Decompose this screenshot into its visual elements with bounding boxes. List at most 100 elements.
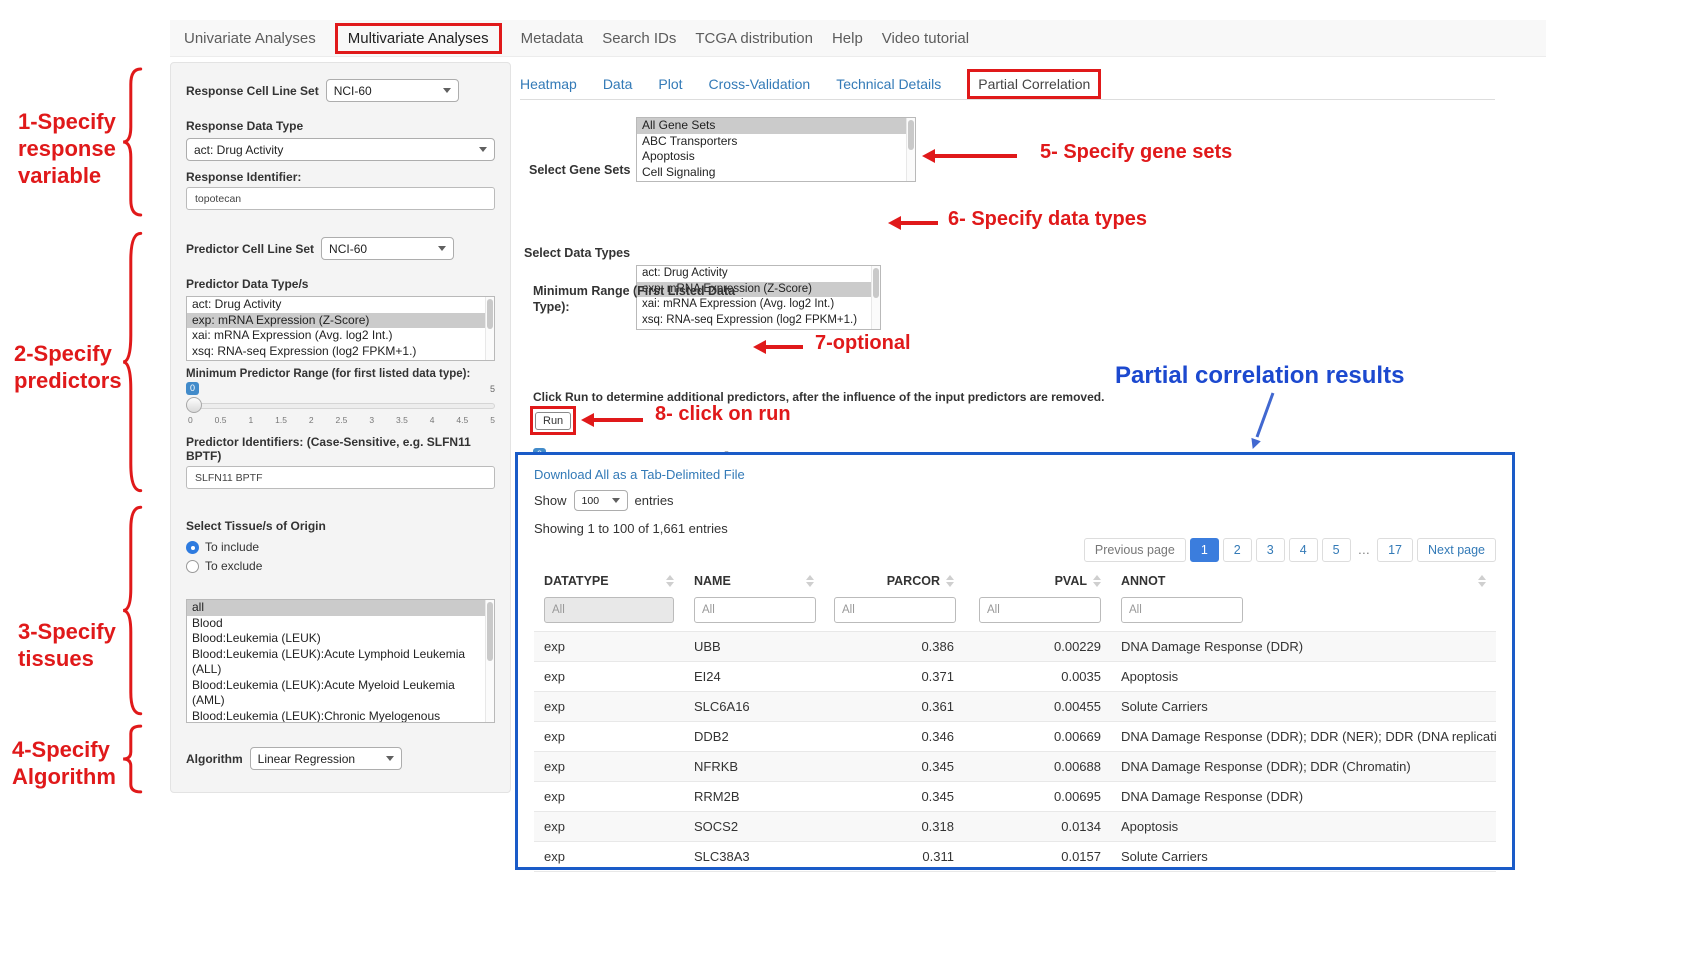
cell-pval: 0.00669 [964,722,1111,752]
predictor-cell-line-value: NCI-60 [329,242,367,256]
tab-data[interactable]: Data [603,76,633,92]
page-button-2[interactable]: 2 [1223,538,1252,562]
list-option[interactable]: xai: mRNA Expression (Avg. log2 Int.) [187,328,494,344]
scrollbar-thumb[interactable] [487,299,493,329]
previous-page-button[interactable]: Previous page [1084,538,1186,562]
sort-icon[interactable] [1093,575,1101,587]
cell-name: SLC38A3 [684,842,824,872]
response-data-type-select[interactable]: act: Drug Activity [186,138,495,161]
col-header-annot[interactable]: ANNOT [1111,566,1496,593]
tissue-exclude-radio[interactable]: To exclude [186,559,495,573]
next-page-button[interactable]: Next page [1417,538,1496,562]
list-option[interactable]: Blood:Leukemia (LEUK) [187,631,494,647]
page-button-1[interactable]: 1 [1190,538,1219,562]
list-option[interactable]: Blood:Leukemia (LEUK):Chronic Myelogenou… [187,709,494,724]
list-option[interactable]: act: Drug Activity [187,297,494,313]
run-button[interactable]: Run [535,412,571,430]
sort-icon[interactable] [946,575,954,587]
gene-sets-listbox: All Gene Sets ABC Transporters Apoptosis… [636,117,916,182]
cell-name: RRM2B [684,782,824,812]
filter-annot-input[interactable] [1121,597,1243,623]
nav-metadata[interactable]: Metadata [521,30,584,47]
col-header-pval[interactable]: PVAL [964,566,1111,593]
scrollbar[interactable] [906,118,915,181]
predictor-identifiers-label: Predictor Identifiers: (Case-Sensitive, … [186,435,495,463]
entries-label: entries [635,493,674,508]
scrollbar[interactable] [871,266,880,329]
list-option[interactable]: Blood:Leukemia (LEUK):Acute Lymphoid Leu… [187,647,494,678]
tab-plot[interactable]: Plot [658,76,682,92]
tab-cross-validation[interactable]: Cross-Validation [709,76,811,92]
partial-correlation-results-panel: Download All as a Tab-Delimited File Sho… [515,452,1515,870]
page-button-3[interactable]: 3 [1256,538,1285,562]
list-option[interactable]: Apoptosis [637,149,915,165]
annotation-step2: 2-Specify predictors [14,340,122,394]
list-option[interactable]: Blood:Leukemia (LEUK):Acute Myeloid Leuk… [187,678,494,709]
slider-track[interactable] [186,403,495,409]
slider-handle[interactable] [186,397,202,413]
list-option[interactable]: ABC Transporters [637,134,915,150]
predictor-cell-line-select[interactable]: NCI-60 [321,237,454,260]
filter-pval-input[interactable] [979,597,1101,623]
cell-datatype: exp [534,662,684,692]
page-button-17[interactable]: 17 [1377,538,1413,562]
sort-icon[interactable] [806,575,814,587]
slider-value-badge: 0 [186,382,199,395]
nav-univariate-analyses[interactable]: Univariate Analyses [184,30,316,47]
scrollbar-thumb[interactable] [873,268,879,298]
tab-heatmap[interactable]: Heatmap [520,76,577,92]
cell-datatype: exp [534,752,684,782]
sort-icon[interactable] [666,575,674,587]
tab-technical-details[interactable]: Technical Details [836,76,941,92]
response-cell-line-select[interactable]: NCI-60 [326,79,459,102]
tick-label: 1.5 [275,415,287,425]
min-range-label: Minimum Range (First Listed Data Type): [533,283,738,315]
predictor-identifiers-input[interactable] [186,466,495,489]
cell-pval: 0.00688 [964,752,1111,782]
scrollbar[interactable] [485,297,494,360]
nav-help[interactable]: Help [832,30,863,47]
nav-video-tutorial[interactable]: Video tutorial [882,30,969,47]
scrollbar-thumb[interactable] [487,602,493,661]
list-option[interactable]: act: Drug Activity [637,266,880,282]
list-option-selected[interactable]: all [187,600,494,616]
filter-datatype-input[interactable] [544,597,674,623]
filter-parcor-input[interactable] [834,597,956,623]
page-button-5[interactable]: 5 [1322,538,1351,562]
tissue-include-radio[interactable]: To include [186,540,495,554]
list-option-selected[interactable]: exp: mRNA Expression (Z-Score) [187,313,494,329]
nav-tcga-distribution[interactable]: TCGA distribution [695,30,813,47]
col-label: PVAL [1055,574,1087,588]
tick-label: 0.5 [215,415,227,425]
col-header-datatype[interactable]: DATATYPE [534,566,684,593]
tab-partial-correlation[interactable]: Partial Correlation [967,69,1101,99]
entries-count-select[interactable]: 100 [574,490,628,511]
page-button-4[interactable]: 4 [1289,538,1318,562]
response-identifier-input[interactable] [186,187,495,210]
nav-multivariate-analyses[interactable]: Multivariate Analyses [335,23,502,54]
entries-count-value: 100 [582,495,600,507]
col-header-name[interactable]: NAME [684,566,824,593]
predictor-data-types-label: Predictor Data Type/s [186,277,495,291]
sort-icon[interactable] [1478,575,1486,587]
arrow-data-types [888,216,938,230]
cell-name: SLC6A16 [684,692,824,722]
radio-checked-icon[interactable] [186,541,199,554]
scrollbar[interactable] [485,600,494,722]
col-header-parcor[interactable]: PARCOR [824,566,964,593]
algorithm-select[interactable]: Linear Regression [250,747,402,770]
list-option[interactable]: xsq: RNA-seq Expression (log2 FPKM+1.) [187,344,494,360]
list-option[interactable]: Cell Signaling [637,165,915,181]
list-option[interactable]: Blood [187,616,494,632]
nav-search-ids[interactable]: Search IDs [602,30,676,47]
tick-label: 3 [369,415,374,425]
slider-max-label: 5 [490,384,495,394]
scrollbar-thumb[interactable] [908,120,914,150]
analysis-tabs: Heatmap Data Plot Cross-Validation Techn… [520,68,1495,100]
radio-unchecked-icon[interactable] [186,560,199,573]
download-link[interactable]: Download All as a Tab-Delimited File [534,467,745,482]
chevron-down-icon [479,147,487,152]
cell-datatype: exp [534,692,684,722]
filter-name-input[interactable] [694,597,816,623]
list-option-selected[interactable]: All Gene Sets [637,118,915,134]
